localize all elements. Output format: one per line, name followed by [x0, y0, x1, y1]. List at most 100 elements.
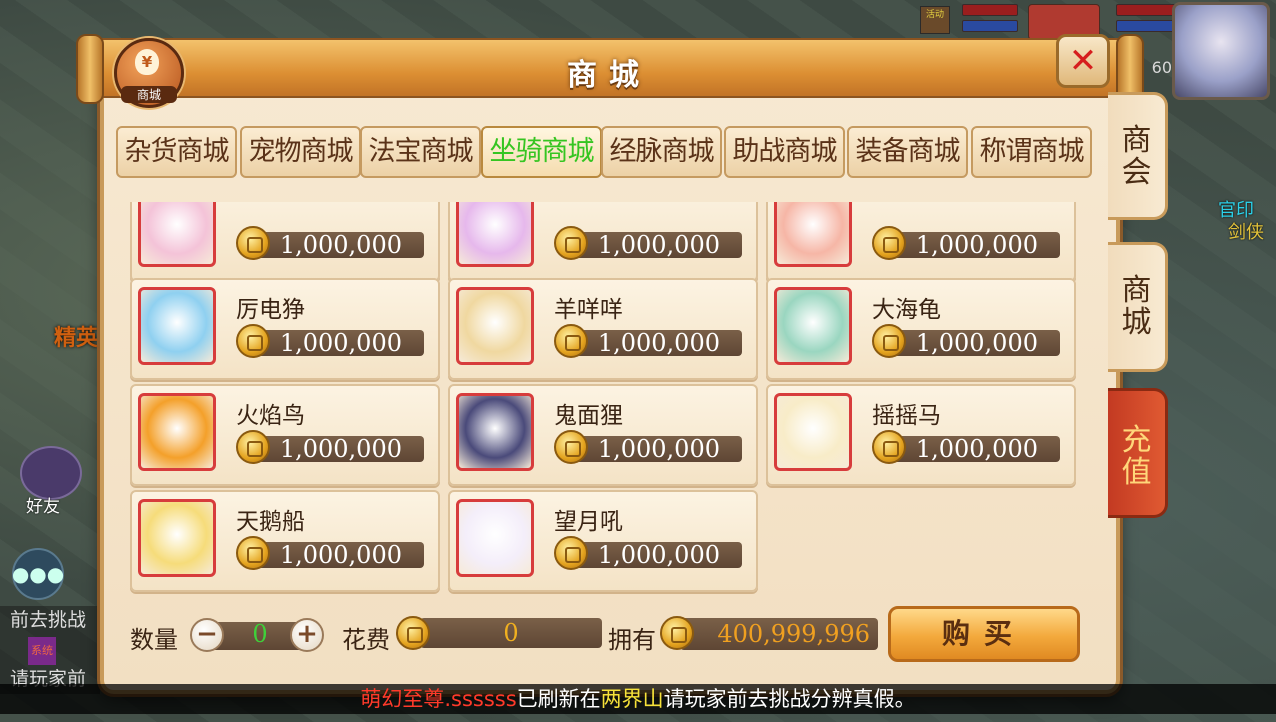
mount-name: 鬼面狸	[554, 403, 623, 429]
mount-name: 大海龟	[872, 297, 941, 323]
mount-portrait-icon[interactable]	[138, 287, 216, 365]
mount-name: 厉电狰	[236, 297, 305, 323]
system-tag: 系统	[28, 637, 56, 665]
mount-portrait-icon[interactable]	[138, 202, 216, 267]
gold-coin-icon	[554, 226, 588, 260]
mount-portrait-icon[interactable]	[456, 287, 534, 365]
chat-line: 前去挑战	[10, 609, 87, 631]
gold-coin-icon	[872, 324, 906, 358]
side-tab-label: 充	[1121, 423, 1152, 458]
quantity-minus-button[interactable]: −	[190, 618, 224, 652]
pet-mp-bar	[962, 20, 1018, 32]
mount-item-card[interactable]: 望月吼 1,000,000	[448, 490, 758, 592]
hud-event-icon[interactable]: 活动	[920, 6, 950, 34]
broadcast-text: 请玩家前去挑战分辨真假。	[663, 687, 916, 711]
mount-name: 羊咩咩	[554, 297, 623, 323]
mount-price: 1,000,000	[888, 232, 1060, 258]
mount-portrait-icon[interactable]	[456, 499, 534, 577]
mount-item-card[interactable]: 大海龟 1,000,000	[766, 278, 1076, 380]
gold-coin-icon	[236, 324, 270, 358]
quantity-plus-button[interactable]: +	[290, 618, 324, 652]
tab-mount[interactable]: 坐骑商城	[481, 126, 602, 178]
side-tab-label: 商	[1121, 273, 1152, 308]
mount-portrait-icon[interactable]	[774, 393, 852, 471]
mount-item-card[interactable]: 羊咩咩 1,000,000	[448, 278, 758, 380]
mount-portrait-icon[interactable]	[456, 393, 534, 471]
tab-meridian[interactable]: 经脉商城	[601, 126, 722, 178]
mount-name: 望月吼	[554, 509, 623, 535]
mount-price: 1,000,000	[252, 436, 424, 462]
mount-item-card[interactable]: 厉电狰 1,000,000	[130, 278, 440, 380]
mount-name: 火焰鸟	[236, 403, 305, 429]
tab-grocery[interactable]: 杂货商城	[116, 126, 237, 178]
mount-price: 1,000,000	[570, 232, 742, 258]
mount-item-card[interactable]: 1,000,000	[130, 202, 440, 282]
shop-badge-icon: ¥ 商城	[114, 38, 184, 108]
quantity-label: 数量	[130, 626, 178, 654]
mount-portrait-icon[interactable]	[774, 287, 852, 365]
quantity-value[interactable]: 0	[240, 620, 280, 648]
mount-name: 摇摇马	[872, 403, 941, 429]
mount-item-card[interactable]: 鬼面狸 1,000,000	[448, 384, 758, 486]
close-button[interactable]: ✕	[1056, 34, 1110, 88]
mount-price: 1,000,000	[888, 330, 1060, 356]
mount-item-card[interactable]: 1,000,000	[766, 202, 1076, 282]
broadcast-text: 已刷新在	[516, 687, 601, 711]
mount-price: 1,000,000	[570, 542, 742, 568]
gold-coin-icon	[554, 536, 588, 570]
chat-line: 系统	[0, 634, 100, 665]
mount-item-card[interactable]: 火焰鸟 1,000,000	[130, 384, 440, 486]
mount-price: 1,000,000	[570, 436, 742, 462]
chat-bubble-icon[interactable]: ●●●	[12, 548, 64, 600]
mount-portrait-icon[interactable]	[456, 202, 534, 267]
tab-equipment[interactable]: 装备商城	[847, 126, 968, 178]
shop-badge-label: 商城	[121, 86, 177, 103]
gold-coin-icon	[236, 536, 270, 570]
scroll-roll-left	[76, 34, 104, 104]
close-icon: ✕	[1068, 41, 1098, 81]
side-tab-label: 城	[1121, 305, 1152, 340]
world-player-name: 剑侠	[1228, 222, 1264, 243]
tab-title[interactable]: 称谓商城	[971, 126, 1092, 178]
shop-title-bar: 商城	[84, 38, 1134, 98]
player-hp-bar	[1116, 4, 1176, 16]
gold-coin-icon	[554, 430, 588, 464]
player-mp-bar	[1116, 20, 1176, 32]
buy-button[interactable]: 购买	[888, 606, 1080, 662]
mount-item-list[interactable]: 1,000,000 1,000,000 1,000,000 厉电狰 1,000,000 羊…	[128, 202, 1086, 594]
yuan-icon: ¥	[135, 49, 159, 75]
player-portrait[interactable]	[1172, 2, 1270, 100]
player-status-bars	[1116, 4, 1176, 36]
side-tab-recharge[interactable]: 充 值	[1108, 388, 1168, 518]
side-tab-guild[interactable]: 商 会	[1108, 92, 1168, 220]
tab-treasure[interactable]: 法宝商城	[360, 126, 481, 178]
mount-item-card[interactable]: 天鹅船 1,000,000	[130, 490, 440, 592]
side-tab-shop[interactable]: 商 城	[1108, 242, 1168, 372]
gold-coin-icon	[872, 226, 906, 260]
mount-portrait-icon[interactable]	[138, 499, 216, 577]
tab-pet[interactable]: 宠物商城	[240, 126, 361, 178]
friend-label: 好友	[26, 497, 60, 517]
mount-portrait-icon[interactable]	[774, 202, 852, 267]
system-broadcast: 萌幻至尊.ssssss已刷新在两界山请玩家前去挑战分辨真假。	[0, 684, 1276, 714]
mount-portrait-icon[interactable]	[138, 393, 216, 471]
shop-title: 商城	[567, 58, 651, 93]
broadcast-location: 两界山	[600, 687, 664, 711]
pet-status-bars	[962, 4, 1018, 36]
cost-label: 花费	[342, 626, 390, 654]
world-npc-title: 精英	[54, 326, 99, 351]
chat-log[interactable]: 前去挑战 系统 请玩家前	[0, 606, 100, 694]
mount-item-card[interactable]: 摇摇马 1,000,000	[766, 384, 1076, 486]
mount-price: 1,000,000	[888, 436, 1060, 462]
mount-item-card[interactable]: 1,000,000	[448, 202, 758, 282]
side-tab-label: 商	[1121, 123, 1152, 158]
tab-assist[interactable]: 助战商城	[724, 126, 845, 178]
player-level: 60	[1151, 58, 1172, 77]
mount-price: 1,000,000	[252, 542, 424, 568]
mount-price: 1,000,000	[570, 330, 742, 356]
mount-price: 1,000,000	[252, 330, 424, 356]
gold-coin-icon	[872, 430, 906, 464]
purchase-bar: 数量 − 0 + 花费 0 拥有 400,999,996 购买	[130, 606, 1090, 666]
owned-value: 400,999,996	[717, 620, 870, 648]
cost-value: 0	[503, 619, 519, 647]
